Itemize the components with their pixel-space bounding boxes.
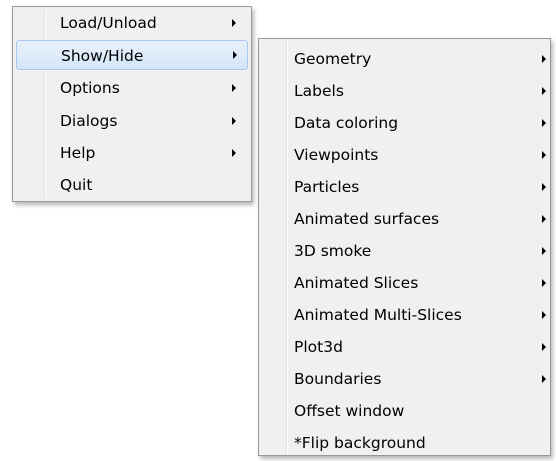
show-hide-submenu: Geometry Labels Data coloring Viewpoints… xyxy=(258,38,551,456)
submenu-arrow-icon xyxy=(542,247,546,255)
submenu-arrow-icon xyxy=(233,51,237,59)
submenu-item-animated-multi-slices[interactable]: Animated Multi-Slices xyxy=(262,299,547,331)
menu-item-help[interactable]: Help xyxy=(16,138,248,168)
submenu-arrow-icon xyxy=(542,279,546,287)
menu-item-label: Options xyxy=(60,79,120,97)
submenu-item-flip-background[interactable]: *Flip background xyxy=(262,427,547,459)
submenu-arrow-icon xyxy=(232,117,236,125)
menu-item-show-hide[interactable]: Show/Hide xyxy=(16,40,248,70)
submenu-arrow-icon xyxy=(542,311,546,319)
menu-item-label: Offset window xyxy=(294,402,405,420)
submenu-arrow-icon xyxy=(542,151,546,159)
submenu-arrow-icon xyxy=(542,87,546,95)
menu-item-label: Boundaries xyxy=(294,370,382,388)
submenu-item-animated-slices[interactable]: Animated Slices xyxy=(262,267,547,299)
submenu-arrow-icon xyxy=(542,55,546,63)
submenu-item-data-coloring[interactable]: Data coloring xyxy=(262,107,547,139)
menu-item-label: Data coloring xyxy=(294,114,399,132)
submenu-arrow-icon xyxy=(232,19,236,27)
submenu-item-3d-smoke[interactable]: 3D smoke xyxy=(262,235,547,267)
submenu-arrow-icon xyxy=(542,343,546,351)
menu-item-label: Animated Slices xyxy=(294,274,419,292)
submenu-item-particles[interactable]: Particles xyxy=(262,171,547,203)
menu-item-label: Dialogs xyxy=(60,112,118,130)
submenu-arrow-icon xyxy=(542,183,546,191)
menu-item-label: Animated surfaces xyxy=(294,210,440,228)
submenu-item-animated-surfaces[interactable]: Animated surfaces xyxy=(262,203,547,235)
menu-item-label: 3D smoke xyxy=(294,242,372,260)
menu-item-label: Animated Multi-Slices xyxy=(294,306,462,324)
menu-item-label: Viewpoints xyxy=(294,146,379,164)
submenu-arrow-icon xyxy=(542,119,546,127)
menu-item-label: Plot3d xyxy=(294,338,343,356)
menu-item-label: Show/Hide xyxy=(61,47,144,65)
context-menu: Load/Unload Show/Hide Options Dialogs He… xyxy=(12,6,252,202)
menu-item-label: Geometry xyxy=(294,50,372,68)
submenu-arrow-icon xyxy=(232,149,236,157)
menu-item-label: Quit xyxy=(60,176,93,194)
submenu-item-plot3d[interactable]: Plot3d xyxy=(262,331,547,363)
menu-item-label: Help xyxy=(60,144,96,162)
menu-item-options[interactable]: Options xyxy=(16,73,248,103)
menu-item-dialogs[interactable]: Dialogs xyxy=(16,106,248,136)
submenu-arrow-icon xyxy=(542,215,546,223)
submenu-item-labels[interactable]: Labels xyxy=(262,75,547,107)
menu-item-quit[interactable]: Quit xyxy=(16,170,248,200)
submenu-item-offset-window[interactable]: Offset window xyxy=(262,395,547,427)
submenu-item-geometry[interactable]: Geometry xyxy=(262,43,547,75)
submenu-arrow-icon xyxy=(232,84,236,92)
menu-item-label: Labels xyxy=(294,82,344,100)
menu-item-label: *Flip background xyxy=(294,434,426,452)
submenu-item-viewpoints[interactable]: Viewpoints xyxy=(262,139,547,171)
menu-item-load-unload[interactable]: Load/Unload xyxy=(16,8,248,38)
menu-item-label: Particles xyxy=(294,178,360,196)
submenu-item-boundaries[interactable]: Boundaries xyxy=(262,363,547,395)
menu-item-label: Load/Unload xyxy=(60,14,157,32)
submenu-arrow-icon xyxy=(542,375,546,383)
